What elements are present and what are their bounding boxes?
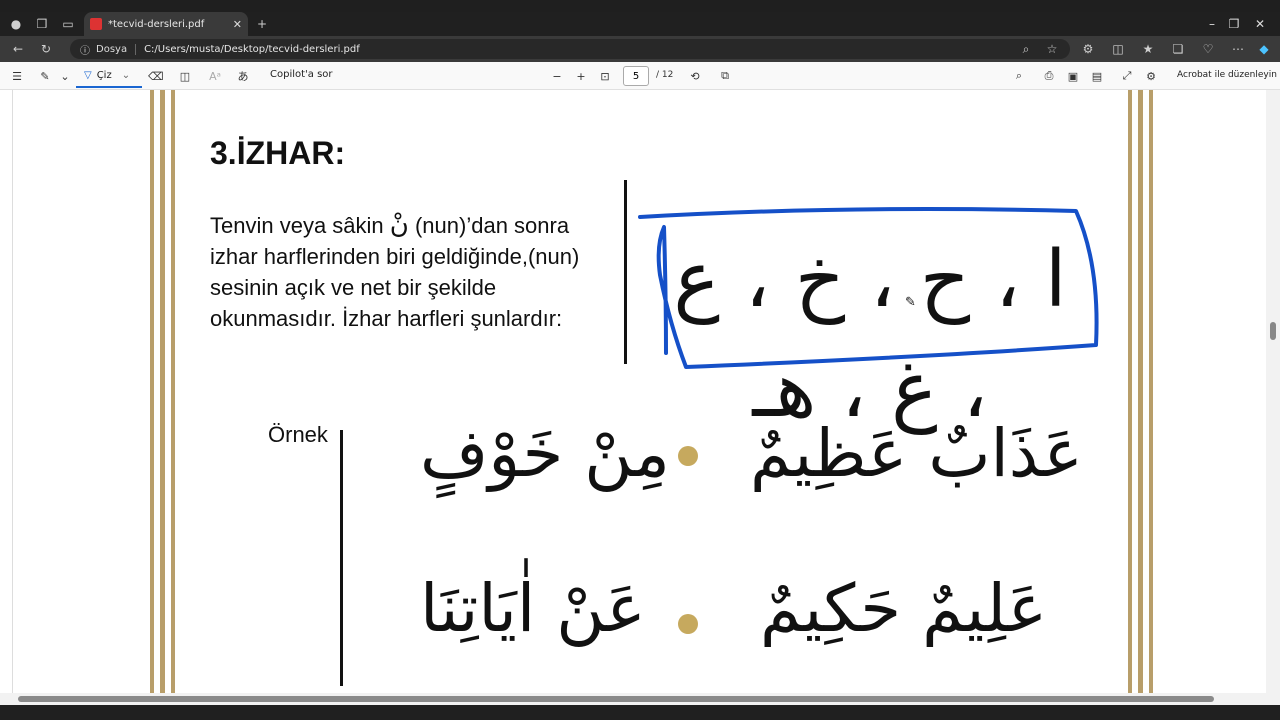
horizontal-scrollbar[interactable] [0, 693, 1280, 705]
border-stripe [150, 90, 154, 693]
save-icon[interactable]: ▣ [1066, 68, 1080, 84]
navigation-bar: ← ↻ ⓘ Dosya C:/Users/musta/Desktop/tecvi… [0, 36, 1280, 62]
refresh-icon[interactable]: ↻ [38, 41, 54, 57]
rotate-icon[interactable]: ⟲ [688, 68, 702, 84]
window-bottom-edge [0, 705, 1280, 720]
print-icon[interactable]: ⎙ [1042, 68, 1056, 84]
edit-with-acrobat-button[interactable]: Acrobat ile düzenleyin [1177, 70, 1277, 80]
draw-icon: ▽ [84, 69, 92, 81]
nun-glyph: نْ [389, 210, 409, 240]
fit-page-icon[interactable]: ⊡ [598, 68, 612, 84]
search-icon[interactable]: ⌕ [1012, 68, 1026, 84]
highlight-dropdown-icon[interactable]: ⌄ [58, 68, 72, 84]
profile-icon[interactable]: ● [6, 14, 26, 34]
border-stripe [1128, 90, 1132, 693]
favorites-icon[interactable]: ★ [1140, 41, 1156, 57]
favorite-star-icon[interactable]: ☆ [1044, 41, 1060, 57]
eraser-icon[interactable]: ⌫ [148, 68, 164, 84]
tab-strip: ● ❒ ▭ *tecvid-dersleri.pdf ✕ + – ❐ ✕ [0, 12, 1280, 36]
page-edge [12, 90, 13, 693]
read-aloud-icon[interactable]: あ [236, 68, 250, 84]
border-stripe [1138, 90, 1143, 693]
fullscreen-icon[interactable]: ⤢ [1120, 68, 1134, 84]
vertical-scroll-thumb[interactable] [1270, 322, 1276, 340]
browser-window: ● ❒ ▭ *tecvid-dersleri.pdf ✕ + – ❐ ✕ ← ↻… [0, 0, 1280, 720]
tab-title: *tecvid-dersleri.pdf [108, 18, 205, 30]
divider-line [624, 180, 627, 364]
site-label: Dosya [96, 43, 137, 55]
settings-gear-icon[interactable]: ⚙ [1144, 68, 1158, 84]
horizontal-scroll-thumb[interactable] [18, 696, 1214, 702]
back-icon[interactable]: ← [10, 41, 26, 57]
ask-copilot-button[interactable]: Copilot'a sor [270, 69, 333, 80]
draw-button[interactable]: ▽ Çiz ⌄ [76, 64, 142, 88]
split-screen-icon[interactable]: ◫ [1110, 41, 1126, 57]
vertical-scrollbar[interactable] [1266, 90, 1280, 693]
ink-stroke [638, 207, 1099, 369]
bullet-dot [678, 446, 698, 466]
page-total: / 12 [656, 70, 674, 80]
pdf-file-icon [90, 18, 102, 30]
zoom-out-button[interactable]: − [550, 68, 564, 84]
address-bar[interactable]: ⓘ Dosya C:/Users/musta/Desktop/tecvid-de… [70, 39, 1070, 59]
highlight-icon[interactable]: ✎ [38, 68, 52, 84]
draw-label: Çiz [96, 69, 112, 81]
page-view-icon[interactable]: ◫ [178, 68, 192, 84]
zoom-in-button[interactable]: + [574, 68, 588, 84]
pen-cursor-icon: ✎ [905, 295, 916, 310]
draw-dropdown-icon[interactable]: ⌄ [122, 70, 130, 81]
bullet-dot [678, 614, 698, 634]
tab-actions-icon[interactable]: ▭ [58, 14, 78, 34]
izhar-definition: Tenvin veya sâkin نْ (nun)’dan sonra izh… [210, 210, 620, 334]
extensions-icon[interactable]: ⚙ [1080, 41, 1096, 57]
border-stripe [160, 90, 165, 693]
border-stripe [1149, 90, 1153, 693]
new-tab-button[interactable]: + [252, 14, 272, 34]
example-item: عَذَابٌ عَظِيمٌ [750, 415, 1083, 492]
definition-text-a: Tenvin veya sâkin [210, 213, 390, 238]
border-stripe [171, 90, 175, 693]
example-label: Örnek [268, 422, 328, 447]
example-item: مِنْ خَوْفٍ [420, 415, 670, 492]
page-layout-icon[interactable]: ⧉ [718, 68, 732, 84]
contents-icon[interactable]: ☰ [10, 68, 24, 84]
more-menu-icon[interactable]: ⋯ [1230, 41, 1246, 57]
pdf-toolbar: ☰ ✎ ⌄ ▽ Çiz ⌄ ⌫ ◫ Aᵃ あ Copilot'a sor − +… [0, 62, 1280, 90]
collections-icon[interactable]: ❏ [1170, 41, 1186, 57]
workspaces-icon[interactable]: ❒ [32, 14, 52, 34]
divider-line [340, 430, 343, 686]
performance-icon[interactable]: ♡ [1200, 41, 1216, 57]
copilot-icon[interactable]: ◆ [1256, 41, 1272, 57]
save-as-icon[interactable]: ▤ [1090, 68, 1104, 84]
annotation-ink-outline [638, 207, 1099, 369]
tab-close-icon[interactable]: ✕ [233, 18, 242, 31]
example-item: عَلِيمٌ حَكِيمٌ [760, 570, 1048, 647]
window-close-button[interactable]: ✕ [1240, 14, 1280, 34]
example-item: عَنْ اٰيَاتِنَا [420, 570, 646, 647]
url-text[interactable]: C:/Users/musta/Desktop/tecvid-dersleri.p… [144, 44, 360, 55]
page-number-input[interactable]: 5 [623, 66, 649, 86]
page-heading: 3.İZHAR: [210, 135, 346, 171]
text-icon[interactable]: Aᵃ [208, 68, 222, 84]
tab-pdf[interactable]: *tecvid-dersleri.pdf ✕ [84, 12, 248, 36]
zoom-icon[interactable]: ⌕ [1018, 41, 1034, 57]
info-icon[interactable]: ⓘ [80, 42, 90, 57]
